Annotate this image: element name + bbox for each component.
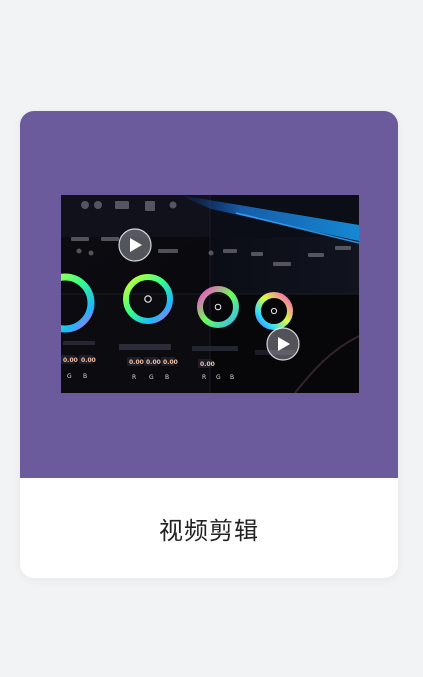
grading-value-1: 0.00 [63,357,78,364]
video-editing-preview: 0.00 0.00 0.00 0.00 0.00 0.00 G B R G B … [61,195,359,393]
play-button-icon[interactable] [118,228,152,262]
channel-label-4: G [149,374,154,381]
channel-label-3: R [132,374,136,381]
grading-value-5: 0.00 [163,359,178,366]
card-label-area: 视频剪辑 [20,478,398,578]
channel-label-8: B [230,374,234,381]
card-hero: 0.00 0.00 0.00 0.00 0.00 0.00 G B R G B … [20,111,398,478]
grading-value-3: 0.00 [129,359,144,366]
grading-value-6: 0.00 [200,361,215,368]
card-title: 视频剪辑 [159,516,259,545]
play-button-icon[interactable] [266,327,300,361]
grading-value-2: 0.00 [81,357,96,364]
channel-label-1: G [67,373,72,380]
channel-label-5: B [165,374,169,381]
channel-label-7: G [216,374,221,381]
color-grading-thumbnail: 0.00 0.00 0.00 0.00 0.00 0.00 G B R G B … [61,195,359,393]
video-editing-card[interactable]: 0.00 0.00 0.00 0.00 0.00 0.00 G B R G B … [20,111,398,578]
channel-label-6: R [202,374,206,381]
grading-value-4: 0.00 [146,359,161,366]
channel-label-2: B [83,373,87,380]
